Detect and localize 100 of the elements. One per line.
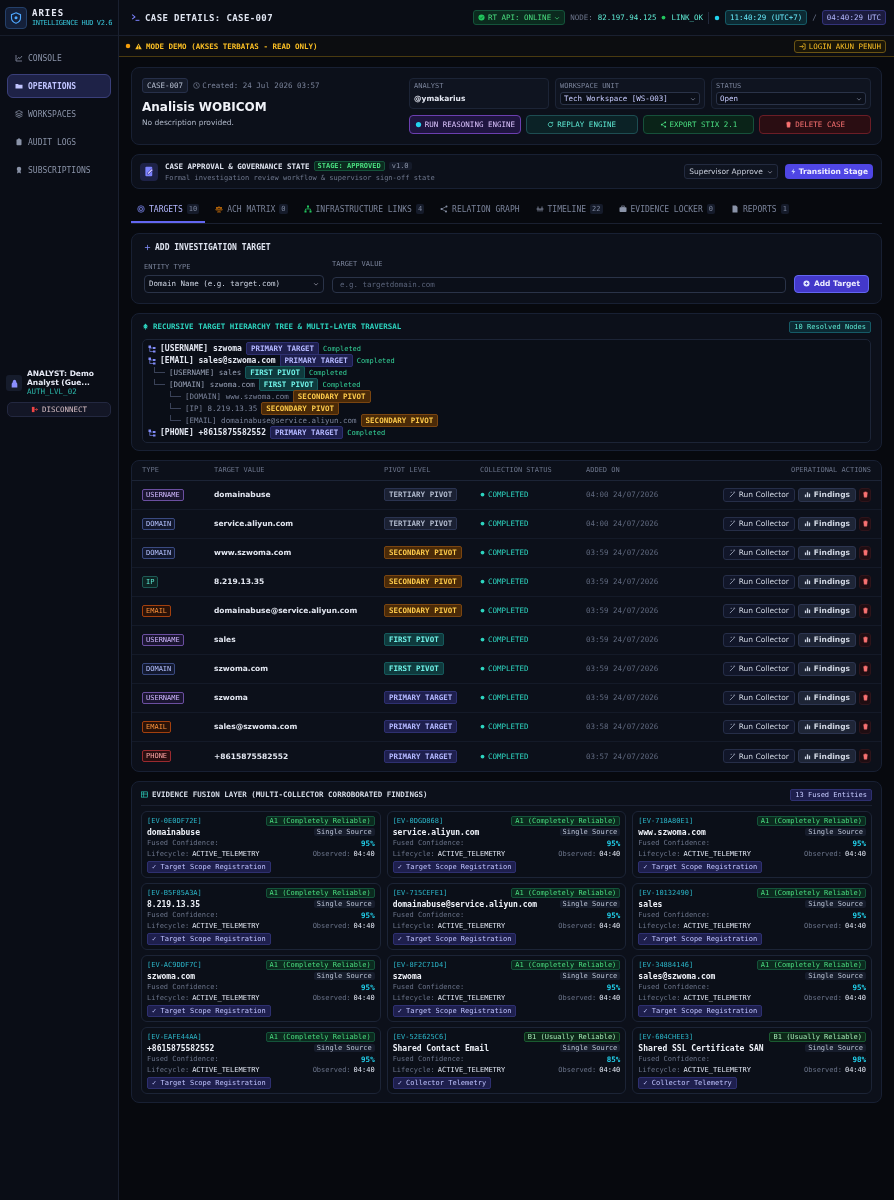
plus-icon — [144, 244, 151, 251]
bar-chart-icon — [803, 752, 811, 760]
tab[interactable]: RELATION GRAPH — [434, 198, 526, 223]
trash-icon — [861, 549, 869, 556]
wand-icon — [728, 578, 736, 585]
trash-icon — [861, 491, 869, 498]
wand-icon — [728, 607, 736, 614]
entity-value: szwoma — [392, 971, 422, 981]
status-dot-icon — [480, 492, 485, 497]
section-title: ADD INVESTIGATION TARGET — [144, 243, 869, 252]
trash-icon — [861, 665, 869, 672]
entity-value: 8.219.13.35 — [147, 899, 200, 909]
briefcase-icon — [618, 205, 627, 213]
node-label: [USERNAME] szwoma — [160, 344, 242, 353]
wand-icon — [728, 723, 736, 730]
trash-icon — [861, 607, 869, 614]
bar-chart-icon — [803, 723, 811, 730]
delete-button[interactable] — [859, 749, 871, 763]
trash-icon — [861, 578, 869, 585]
wand-icon — [728, 549, 736, 556]
trash-icon — [861, 636, 869, 643]
case-title: Analisis WOBICOM — [142, 100, 268, 114]
entity-value: Shared SSL Certificate SAN — [638, 1043, 764, 1053]
login-icon — [798, 42, 806, 50]
sidebar-item[interactable]: AUDIT LOGS — [7, 130, 111, 154]
sidebar-item[interactable]: OPERATIONS — [7, 74, 111, 98]
folder-icon — [15, 82, 23, 90]
delete-button[interactable] — [859, 719, 871, 734]
trash-icon — [861, 694, 869, 701]
status-dot-icon — [480, 637, 485, 642]
bar-chart-icon — [803, 491, 811, 498]
pen-icon — [143, 166, 155, 177]
hierarchy-icon — [148, 344, 156, 353]
exit-icon — [30, 406, 38, 414]
wand-icon — [728, 636, 736, 643]
warning-icon — [135, 42, 142, 50]
bar-chart-icon — [803, 607, 811, 614]
timeline-icon — [535, 205, 544, 213]
caret-icon — [554, 14, 561, 21]
entity-value: sales@szwoma.com — [638, 971, 716, 981]
status-dot-icon — [480, 666, 485, 671]
delete-button[interactable] — [859, 690, 871, 705]
layers-icon — [15, 110, 23, 118]
graph-icon — [440, 205, 449, 213]
brand-name: ARIES — [32, 8, 66, 18]
trash-icon — [861, 752, 869, 760]
tree-icon — [142, 323, 149, 330]
delete-button[interactable] — [859, 632, 871, 647]
user-icon — [9, 378, 19, 388]
network-icon — [303, 205, 312, 213]
bar-chart-icon — [803, 520, 811, 527]
delete-button[interactable] — [859, 603, 871, 618]
entity-value: www.szwoma.com — [638, 827, 706, 837]
bar-chart-icon — [803, 636, 811, 643]
bar-chart-icon — [803, 549, 811, 556]
status-dot-icon — [661, 15, 667, 20]
sidebar-item[interactable]: CONSOLE — [7, 46, 111, 70]
dot-icon — [414, 121, 422, 128]
status-dot-icon — [714, 14, 721, 21]
wand-icon — [728, 520, 736, 527]
status-dot-icon — [480, 753, 485, 759]
entity-value: service.aliyun.com — [392, 827, 480, 837]
hierarchy-icon — [148, 356, 156, 365]
bar-chart-icon — [803, 578, 811, 585]
page-title: CASE DETAILS: CASE-007 — [145, 12, 274, 23]
delete-button[interactable] — [859, 574, 871, 589]
entity-value: sales — [638, 899, 663, 909]
file-icon — [730, 205, 739, 213]
status-dot-icon — [125, 43, 131, 49]
caret-icon — [313, 280, 319, 287]
status-dot-icon — [480, 521, 485, 526]
trash-icon — [785, 121, 793, 128]
chart-icon — [15, 54, 23, 62]
target-icon — [137, 205, 145, 213]
sidebar-item[interactable]: WORKSPACES — [7, 102, 111, 126]
entity-value: szwoma.com — [147, 971, 196, 981]
share-icon — [659, 121, 667, 128]
status-dot-icon — [480, 724, 485, 729]
delete-button[interactable] — [859, 516, 871, 531]
plus-circle-icon — [802, 280, 810, 287]
wand-icon — [728, 752, 736, 760]
delete-button[interactable] — [859, 545, 871, 560]
sidebar-item[interactable]: SUBSCRIPTIONS — [7, 158, 111, 182]
entity-value: +8615875582552 — [147, 1043, 215, 1053]
delete-button[interactable] — [859, 487, 871, 502]
status-dot-icon — [480, 695, 485, 700]
trash-icon — [861, 723, 869, 730]
hierarchy-icon — [148, 428, 156, 437]
clipboard-icon — [15, 138, 23, 146]
bar-chart-icon — [803, 694, 811, 701]
shield-icon — [10, 11, 22, 24]
trash-icon — [861, 520, 869, 527]
clock-icon — [193, 82, 201, 89]
status-dot-icon — [480, 608, 485, 613]
check-icon — [477, 14, 485, 21]
wand-icon — [728, 491, 736, 498]
grid-icon — [141, 791, 148, 798]
terminal-icon — [131, 13, 140, 22]
delete-button[interactable] — [859, 661, 871, 676]
entity-value: domainabuse@service.aliyun.com — [392, 899, 538, 909]
